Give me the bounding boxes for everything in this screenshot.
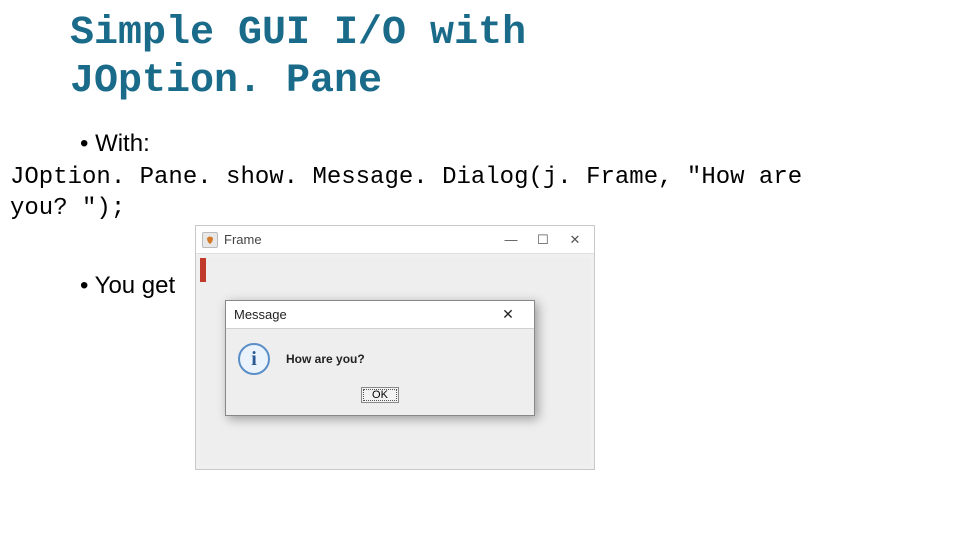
red-accent-strip: [200, 258, 206, 282]
message-dialog: Message ✕ i How are you? OK: [225, 300, 535, 416]
title-line-1: Simple GUI I/O with: [70, 10, 526, 58]
jframe-title-text: Frame: [224, 232, 262, 247]
info-icon: i: [238, 343, 270, 375]
bullet-with: • With:: [80, 130, 150, 158]
code-line-1: JOption. Pane. show. Message. Dialog(j. …: [10, 162, 802, 193]
message-buttonbar: OK: [226, 383, 534, 415]
java-cup-icon: [202, 232, 218, 248]
window-controls: — ☐ ✕: [504, 233, 588, 247]
ok-button[interactable]: OK: [361, 387, 399, 403]
message-body: i How are you?: [226, 329, 534, 383]
message-title-text: Message: [234, 307, 287, 322]
message-titlebar: Message ✕: [226, 301, 534, 329]
code-line-2: you? ");: [10, 193, 125, 224]
bullet-you-get: • You get: [80, 272, 175, 300]
message-close-button[interactable]: ✕: [490, 305, 526, 325]
maximize-button[interactable]: ☐: [536, 233, 550, 247]
slide-title: Simple GUI I/O with JOption. Pane: [70, 10, 526, 106]
minimize-button[interactable]: —: [504, 233, 518, 247]
jframe-titlebar: Frame — ☐ ✕: [196, 226, 594, 254]
title-line-2: JOption. Pane: [70, 58, 526, 106]
message-text: How are you?: [286, 352, 365, 366]
close-button[interactable]: ✕: [568, 233, 582, 247]
